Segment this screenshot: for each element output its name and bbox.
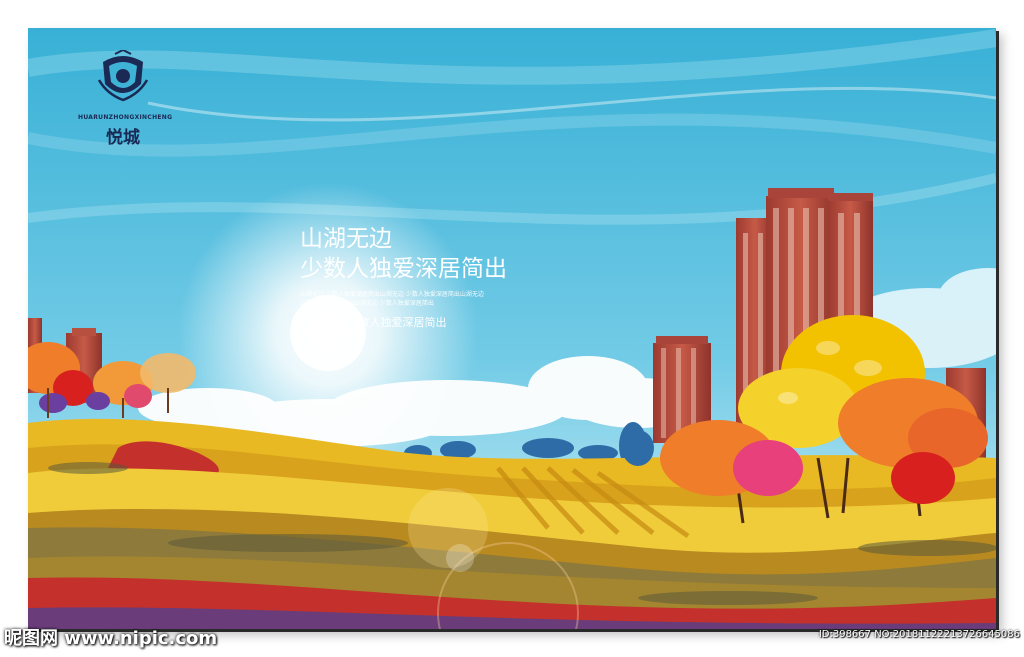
brand-logo: HUARUNZHONGXINCHENG 悦城 xyxy=(78,48,173,148)
headline-block: 山湖无边 少数人独爱深居简出 山湖无边 少数人独爱深居简出山湖无边 少数人独爱深… xyxy=(300,224,507,330)
poster-frame: HUARUNZHONGXINCHENG 悦城 山湖无边 少数人独爱深居简出 山湖… xyxy=(28,28,996,629)
brand-english-name: HUARUNZHONGXINCHENG xyxy=(78,114,173,121)
headline-line-2: 少数人独爱深居简出 xyxy=(300,256,507,282)
landscape-illustration xyxy=(28,28,996,629)
tagline: 山湖无边 少数人独爱深居简出 xyxy=(300,316,447,329)
fine-print: 山湖无边 少数人独爱深居简出山湖无边 少数人独爱深居简出山湖无边 少数人独爱深居… xyxy=(300,291,484,307)
headline-line-1: 山湖无边 xyxy=(300,226,392,252)
brand-chinese-name: 悦城 xyxy=(106,128,140,148)
site-watermark: 昵图网 www.nipic.com xyxy=(4,628,218,649)
image-id-watermark: ID:398667 NO:20181122213726645086 xyxy=(818,629,1020,640)
crest-icon xyxy=(97,48,149,102)
